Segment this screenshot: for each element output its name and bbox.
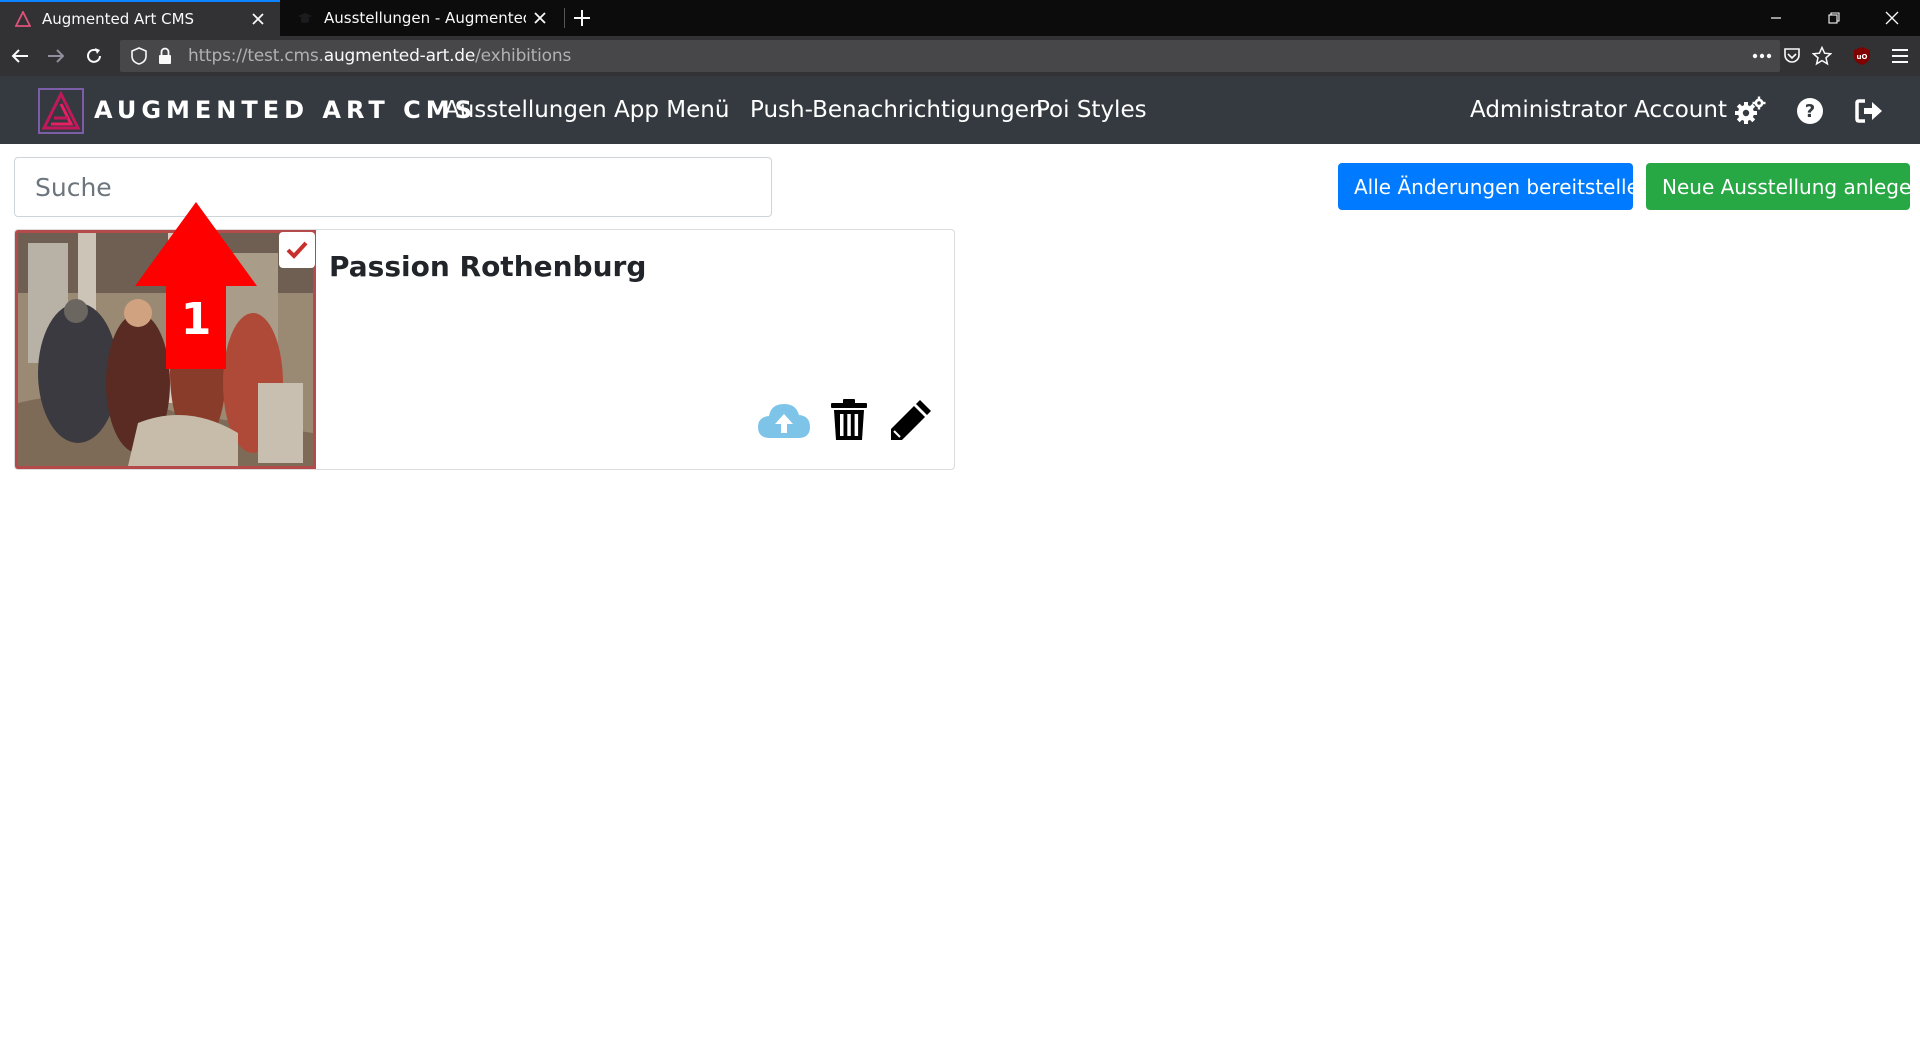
url-text: https://test.cms.augmented-art.de/exhibi… (188, 46, 571, 66)
svg-text:uO: uO (1857, 53, 1868, 61)
ublock-origin-icon[interactable]: uO (1848, 40, 1876, 72)
bookmark-star-icon[interactable] (1808, 40, 1836, 72)
restore-window-icon[interactable] (1806, 0, 1862, 36)
nav-poi-styles[interactable]: Poi Styles (1036, 97, 1147, 123)
close-tab-icon[interactable] (244, 5, 272, 33)
hamburger-menu-icon[interactable] (1886, 40, 1914, 72)
new-exhibition-button[interactable]: Neue Ausstellung anlegen (1646, 163, 1920, 210)
graduation-cap-favicon-icon (296, 9, 314, 27)
annotation-step-number: 1 (180, 294, 212, 345)
browser-tab-strip: Augmented Art CMS Ausstellungen - Augmen… (0, 0, 1920, 36)
url-prefix: https://test.cms. (188, 46, 324, 66)
browser-toolbar: https://test.cms.augmented-art.de/exhibi… (0, 36, 1920, 76)
address-bar[interactable]: https://test.cms.augmented-art.de/exhibi… (120, 40, 1780, 72)
forward-arrow-icon[interactable] (42, 42, 70, 70)
lock-icon[interactable] (152, 40, 178, 72)
help-question-icon[interactable]: ? (1794, 95, 1826, 127)
page-actions-ellipsis-icon[interactable] (1748, 40, 1776, 72)
logout-icon[interactable] (1854, 95, 1886, 127)
augmented-art-logo[interactable] (38, 88, 84, 134)
annotation-arrow-1: 1 (135, 202, 257, 369)
deploy-all-changes-button[interactable]: Alle Änderungen bereitstellen (1338, 163, 1652, 210)
tab-title: Augmented Art CMS (42, 10, 195, 28)
augmented-art-favicon-icon (14, 10, 32, 28)
back-arrow-icon[interactable] (6, 42, 34, 70)
nav-app-menu[interactable]: App Menü (614, 97, 729, 123)
reload-icon[interactable] (80, 42, 108, 70)
tab-augmented-art-cms[interactable]: Augmented Art CMS (0, 0, 280, 36)
gears-icon[interactable] (1734, 95, 1766, 127)
minimize-window-icon[interactable] (1748, 0, 1804, 36)
nav-ausstellungen[interactable]: Ausstellungen (444, 97, 607, 123)
close-tab-icon[interactable] (526, 4, 554, 32)
new-tab-plus-icon[interactable] (568, 4, 596, 32)
edit-pencil-icon[interactable] (887, 396, 935, 444)
url-host: augmented-art.de (323, 46, 476, 66)
tab-separator (564, 8, 565, 28)
tab-title: Ausstellungen - Augmented Art (324, 9, 526, 27)
selected-checkmark-icon[interactable] (279, 232, 315, 268)
tab-ausstellungen[interactable]: Ausstellungen - Augmented Art (282, 0, 562, 36)
nav-administrator-account[interactable]: Administrator Account (1470, 97, 1727, 123)
exhibition-title[interactable]: Passion Rothenburg (329, 250, 646, 283)
app-navbar: AUGMENTED ART CMS Ausstellungen App Menü… (0, 76, 1920, 144)
pocket-icon[interactable] (1778, 40, 1806, 72)
search-input[interactable] (14, 157, 772, 217)
trash-icon[interactable] (827, 396, 871, 444)
close-window-icon[interactable] (1864, 0, 1920, 36)
shield-icon[interactable] (126, 40, 152, 72)
svg-text:?: ? (1805, 101, 1815, 122)
brand-title[interactable]: AUGMENTED ART CMS (94, 96, 477, 124)
url-path: /exhibitions (475, 46, 572, 66)
cloud-upload-icon[interactable] (755, 396, 813, 444)
nav-push-notifications[interactable]: Push-Benachrichtigungen (750, 97, 1043, 123)
